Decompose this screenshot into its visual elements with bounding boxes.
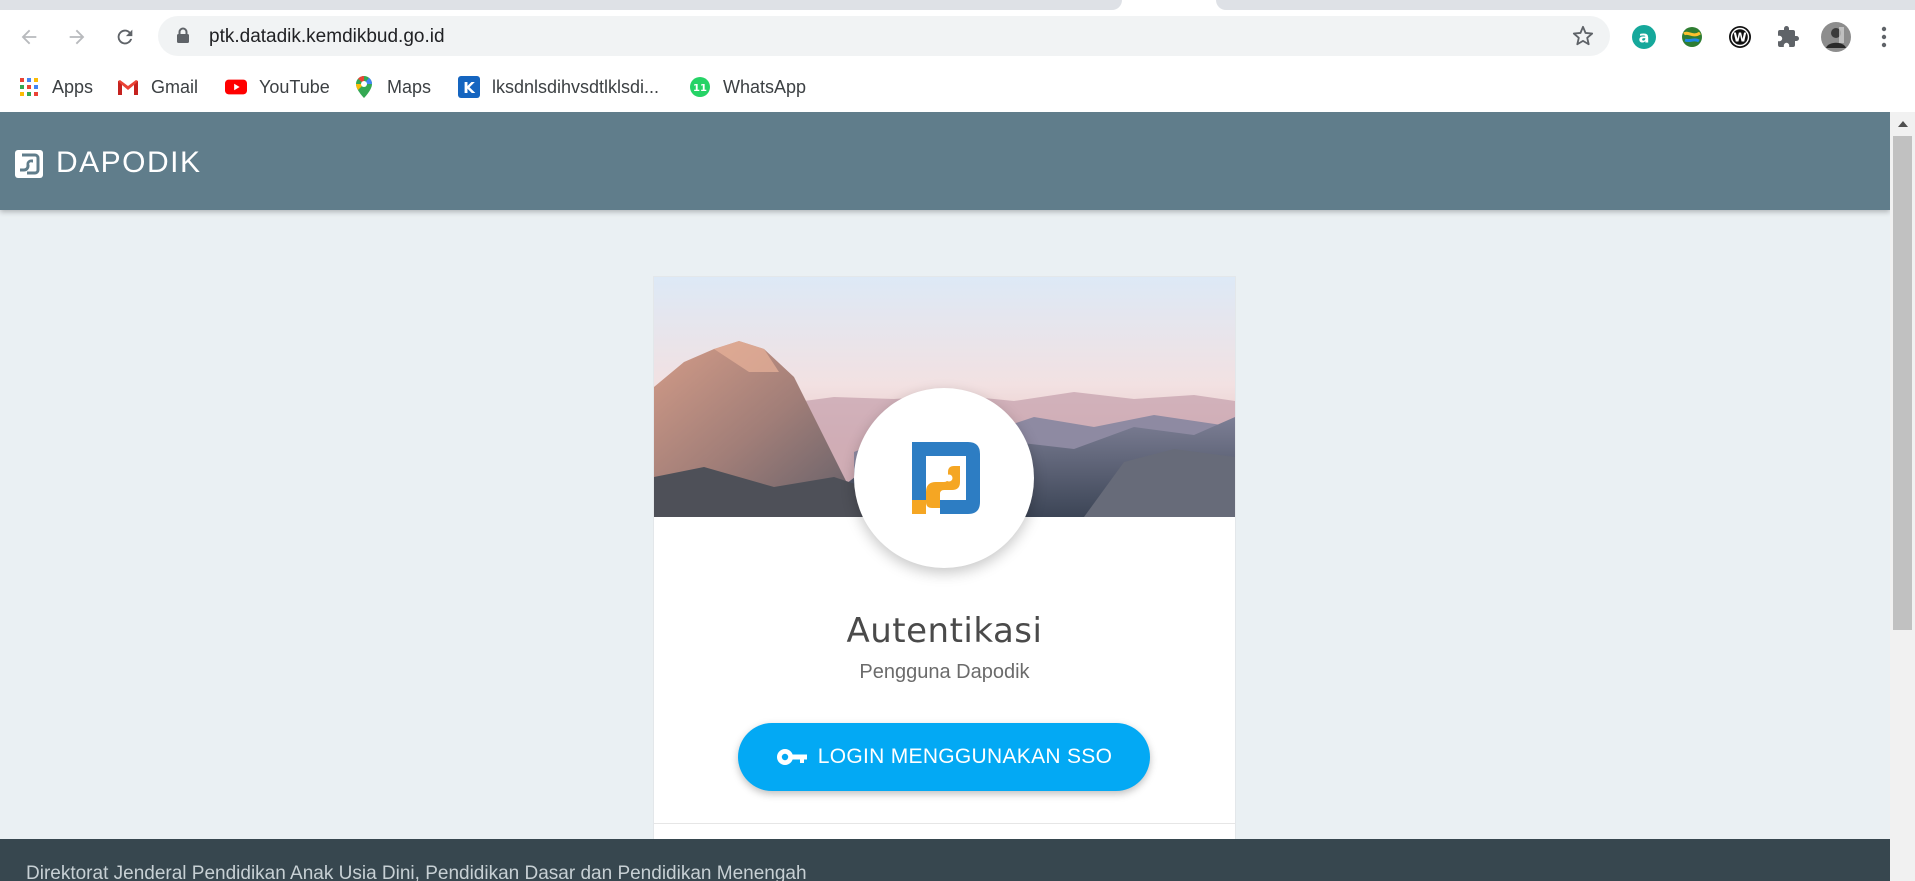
page-scrollbar[interactable]	[1890, 112, 1915, 881]
menu-dots-icon	[1881, 26, 1887, 48]
key-icon	[776, 748, 808, 766]
bookmark-maps[interactable]: Maps	[353, 74, 431, 100]
login-sso-label: LOGIN MENGGUNAKAN SSO	[817, 745, 1113, 768]
page-footer: Direktorat Jenderal Pendidikan Anak Usia…	[0, 839, 1890, 881]
card-subtitle: Pengguna Dapodik	[859, 661, 1030, 683]
bookmark-gmail[interactable]: Gmail	[117, 74, 198, 100]
card-title: Autentikasi	[846, 611, 1043, 651]
bookmark-youtube[interactable]: YouTube	[225, 74, 330, 100]
apps-grid-icon	[18, 76, 40, 98]
chrome-menu-button[interactable]	[1870, 23, 1898, 51]
dapodik-color-logo-icon	[912, 442, 980, 514]
reload-icon	[117, 29, 133, 45]
back-button[interactable]	[14, 22, 44, 52]
dapodik-logo-icon	[15, 150, 43, 178]
youtube-icon	[225, 76, 247, 98]
login-card: Autentikasi Pengguna Dapodik LOGIN MENGG…	[653, 276, 1236, 881]
app-header: DAPODIK	[0, 112, 1890, 210]
wordpress-icon: W	[1729, 26, 1751, 48]
puzzle-icon	[1778, 26, 1799, 47]
scroll-thumb[interactable]	[1893, 136, 1912, 630]
globe-extension[interactable]	[1678, 23, 1706, 51]
tab-inactive-right[interactable]	[1216, 0, 1915, 10]
page-viewport: DAPODIK Autentikasi Pengguna Dapodik LOG…	[0, 112, 1890, 881]
bookmark-label: lksdnlsdihvsdtlklsdi...	[492, 76, 660, 97]
bookmark-label: Gmail	[151, 76, 199, 97]
login-sso-button[interactable]: LOGIN MENGGUNAKAN SSO	[738, 723, 1150, 791]
tab-inactive-left[interactable]	[0, 0, 1122, 10]
bookmark-k[interactable]: K lksdnlsdihvsdtlklsdi...	[458, 74, 659, 100]
star-icon[interactable]	[1572, 25, 1594, 47]
maps-pin-icon	[353, 76, 375, 98]
profile-avatar[interactable]	[1820, 21, 1852, 53]
grammarly-extension[interactable]: a	[1630, 23, 1658, 51]
bookmark-label: Maps	[387, 76, 432, 97]
lock-icon[interactable]	[176, 27, 190, 44]
arrow-right-icon	[69, 29, 85, 45]
url-text[interactable]: ptk.datadik.kemdikbud.go.id	[209, 26, 445, 48]
profile-avatar-icon	[1821, 22, 1851, 52]
card-divider	[654, 823, 1235, 824]
browser-toolbar: ptk.datadik.kemdikbud.go.id a W	[0, 12, 1915, 62]
whatsapp-icon: 11	[689, 76, 711, 98]
globe-extension-icon	[1682, 27, 1702, 47]
bookmark-apps[interactable]: Apps	[18, 74, 93, 100]
svg-text:11: 11	[693, 83, 707, 94]
bookmark-whatsapp[interactable]: 11 WhatsApp	[689, 74, 806, 100]
grammarly-icon: a	[1632, 25, 1656, 49]
forward-button[interactable]	[62, 22, 92, 52]
extensions-button[interactable]	[1774, 23, 1802, 51]
svg-text:K: K	[463, 79, 476, 97]
wordpress-extension[interactable]: W	[1726, 23, 1754, 51]
bookmark-label: YouTube	[259, 76, 330, 97]
scroll-up-button[interactable]	[1890, 112, 1915, 134]
caret-up-icon	[1897, 120, 1908, 127]
svg-text:W: W	[1733, 31, 1746, 45]
tab-strip	[0, 0, 1915, 12]
app-logo-avatar	[854, 388, 1034, 568]
gmail-icon	[117, 76, 139, 98]
app-title: DAPODIK	[56, 146, 202, 179]
bookmark-label: WhatsApp	[723, 76, 807, 97]
arrow-left-icon	[21, 29, 37, 45]
bookmarks-bar: Apps Gmail YouTube Maps K lksdnlsdihvsdt…	[0, 62, 1915, 112]
reload-button[interactable]	[110, 22, 140, 52]
footer-text: Direktorat Jenderal Pendidikan Anak Usia…	[26, 863, 807, 881]
k-logo-icon: K	[458, 76, 480, 98]
bookmark-label: Apps	[52, 76, 94, 97]
svg-text:a: a	[1639, 28, 1650, 47]
address-bar[interactable]: ptk.datadik.kemdikbud.go.id	[158, 16, 1610, 56]
